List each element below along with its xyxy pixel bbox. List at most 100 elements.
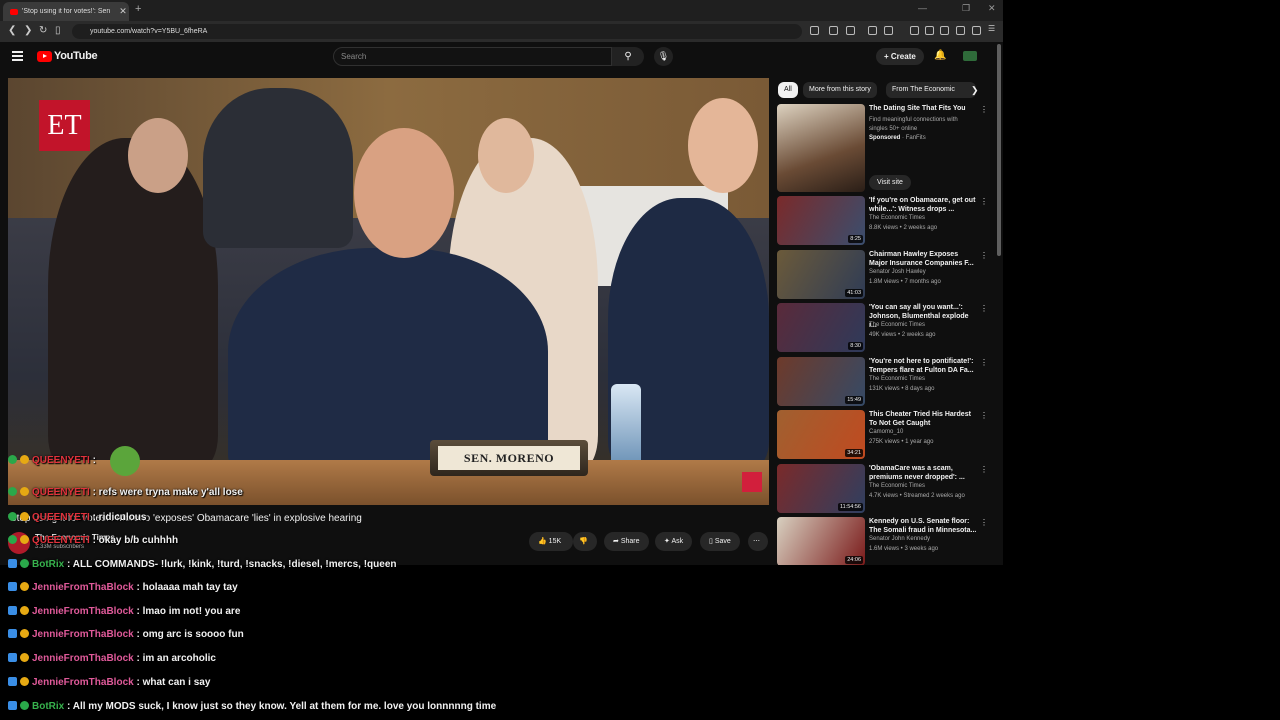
verified-badge-icon [8,487,17,496]
video-card-channel[interactable]: Camomo_10 [869,429,903,435]
shield-icon[interactable] [846,26,855,35]
ad-title[interactable]: The Dating Site That Fits You [869,104,977,113]
verified-badge-icon [8,535,17,544]
back-icon[interactable]: ❮ [8,25,16,36]
ad-block-icon[interactable] [956,26,965,35]
chip-more-from-story[interactable]: More from this story [803,82,877,98]
video-card-title[interactable]: 'You're not here to pontificate!': Tempe… [869,357,977,375]
address-bar[interactable]: youtube.com/watch?v=Y5BU_6fheRA [72,24,802,39]
video-thumbnail[interactable]: 15:49 [777,356,865,406]
ask-button[interactable]: ✦ Ask [655,532,693,551]
forward-icon[interactable]: ❯ [24,25,32,36]
screenshot-icon[interactable] [884,26,893,35]
chat-username: QUEENYETI [32,512,90,523]
video-menu-icon[interactable]: ⋮ [980,465,988,474]
ad-thumbnail[interactable] [777,104,865,192]
chip-from-economic[interactable]: From The Economic [886,82,976,98]
sidebar-icon[interactable] [925,26,934,35]
ad-menu-icon[interactable]: ⋮ [980,105,988,114]
dislike-button[interactable]: 👎 [573,532,597,551]
related-video-card[interactable]: 41:03 Chairman Hawley Exposes Major Insu… [777,249,992,300]
puzzle-icon[interactable] [868,26,877,35]
search-input[interactable]: Search [333,47,612,66]
save-button[interactable]: ▯ Save [700,532,740,551]
chat-message: BotRix : All my MODS suck, I know just s… [8,701,496,712]
sub-badge-icon [20,606,29,615]
voice-search-button[interactable]: 🎙 [654,47,673,66]
bookmark-icon[interactable]: ▯ [55,25,61,36]
share-label: Share [620,538,640,545]
share-button[interactable]: ➦ Share [604,532,649,551]
video-thumbnail[interactable]: 11:54:56 [777,463,865,513]
video-thumbnail[interactable]: 8:30 [777,303,865,352]
browser-window: 'Stop using it for votes!': Sen ✕ + — ❐ … [0,0,1003,565]
notifications-bell-icon[interactable]: 🔔 [934,50,946,61]
related-video-card[interactable]: 11:54:56 'ObamaCare was a scam, premiums… [777,463,992,514]
chat-message: QUEENYETI : [8,455,96,466]
chat-username: QUEENYETI [32,455,90,466]
sub-badge-icon [20,629,29,638]
extension-icon[interactable] [810,26,819,35]
like-button[interactable]: 👍 15K [529,532,573,551]
sub-badge-icon [20,455,29,464]
close-window-button[interactable]: ✕ [988,3,996,14]
video-menu-icon[interactable]: ⋮ [980,304,988,313]
video-card-title[interactable]: This Cheater Tried His Hardest To Not Ge… [869,410,977,428]
related-video-card[interactable]: 24:06 Kennedy on U.S. Senate floor: The … [777,517,992,565]
create-button[interactable]: + Create [876,48,924,65]
video-card-channel[interactable]: The Economic Times [869,483,925,489]
minimize-button[interactable]: — [918,3,927,13]
video-menu-icon[interactable]: ⋮ [980,411,988,420]
video-player[interactable]: SEN. MORENO ET [8,78,769,505]
video-menu-icon[interactable]: ⋮ [980,197,988,206]
video-card-title[interactable]: 'If you're on Obamacare, get out while..… [869,196,977,214]
verified-badge-icon [8,455,17,464]
related-video-card[interactable]: 34:21 This Cheater Tried His Hardest To … [777,410,992,460]
video-thumbnail[interactable]: 24:06 [777,517,865,565]
video-menu-icon[interactable]: ⋮ [980,358,988,367]
chat-username: JennieFromThaBlock [32,582,134,593]
brave-shield-icon[interactable] [972,26,981,35]
reload-icon[interactable]: ↻ [39,25,47,36]
et-logo: ET [39,100,90,151]
page-scrollbar[interactable] [997,44,1001,256]
share-page-icon[interactable] [829,26,838,35]
related-video-card[interactable]: 8:25 'If you're on Obamacare, get out wh… [777,196,992,246]
browser-tab[interactable]: 'Stop using it for votes!': Sen ✕ [3,2,129,21]
video-card-title[interactable]: 'ObamaCare was a scam, premiums never dr… [869,464,977,482]
tab-close-icon[interactable]: ✕ [117,6,129,17]
maximize-button[interactable]: ❐ [962,3,970,14]
youtube-header: YouTube Search ⚲ 🎙 + Create 🔔 [0,42,1003,72]
chat-username: QUEENYETI [32,535,90,546]
related-video-card[interactable]: 8:30 'You can say all you want...': John… [777,303,992,353]
video-card-title[interactable]: Chairman Hawley Exposes Major Insurance … [869,250,977,268]
video-thumbnail[interactable]: 41:03 [777,249,865,299]
video-thumbnail[interactable]: 34:21 [777,410,865,459]
video-card-channel[interactable]: Senator Josh Hawley [869,269,926,275]
video-menu-icon[interactable]: ⋮ [980,251,988,260]
video-card-channel[interactable]: The Economic Times [869,322,925,328]
hamburger-menu-icon[interactable] [12,51,23,63]
video-card-channel[interactable]: The Economic Times [869,215,925,221]
visit-site-button[interactable]: Visit site [869,175,911,190]
video-thumbnail[interactable]: 8:25 [777,196,865,245]
video-menu-icon[interactable]: ⋮ [980,518,988,527]
youtube-logo[interactable]: YouTube [37,50,98,62]
nameplate: SEN. MORENO [430,440,588,476]
music-icon[interactable] [910,26,919,35]
split-view-icon[interactable] [940,26,949,35]
video-card-channel[interactable]: The Economic Times [869,376,925,382]
chip-all[interactable]: All [778,82,798,98]
vip-badge-icon [8,629,17,638]
new-tab-button[interactable]: + [135,3,141,15]
more-actions-button[interactable]: ⋯ [748,532,768,551]
chevron-right-icon[interactable]: ❯ [971,85,979,96]
video-card-meta: 131K views • 8 days ago [869,385,935,392]
person-far-right-head [688,98,758,193]
account-avatar[interactable] [963,51,977,61]
search-button[interactable]: ⚲ [612,47,644,66]
video-card-title[interactable]: Kennedy on U.S. Senate floor: The Somali… [869,517,977,535]
video-card-channel[interactable]: Senator John Kennedy [869,536,930,542]
related-video-card[interactable]: 15:49 'You're not here to pontificate!':… [777,356,992,407]
browser-menu-icon[interactable]: ☰ [988,24,997,33]
